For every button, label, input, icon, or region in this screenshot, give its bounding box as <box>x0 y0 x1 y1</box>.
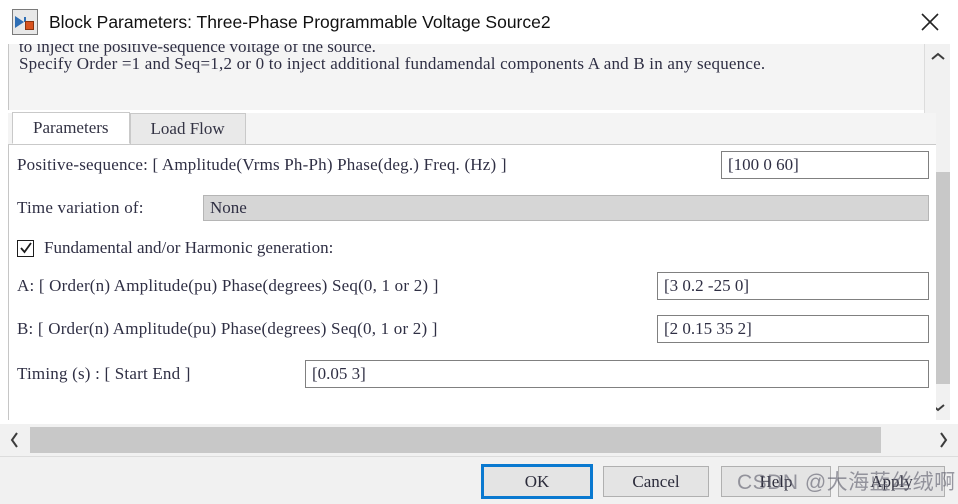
close-icon[interactable] <box>902 0 958 44</box>
simulink-block-icon <box>12 9 38 35</box>
chevron-left-icon[interactable] <box>0 424 30 456</box>
harmonic-a-input[interactable]: [3 0.2 -25 0] <box>657 272 929 300</box>
harmonic-generation-row: Fundamental and/or Harmonic generation: <box>9 233 936 263</box>
time-variation-row: Time variation of: None <box>9 193 936 223</box>
timing-input[interactable]: [0.05 3] <box>305 360 929 388</box>
help-button[interactable]: Help <box>721 466 831 497</box>
title-bar: Block Parameters: Three-Phase Programmab… <box>0 0 958 44</box>
tab-load-flow[interactable]: Load Flow <box>129 113 246 144</box>
chevron-up-icon[interactable] <box>925 44 951 70</box>
time-variation-dropdown[interactable]: None <box>203 195 929 221</box>
window-title: Block Parameters: Three-Phase Programmab… <box>49 11 551 32</box>
timing-row: Timing (s) : [ Start End ] [0.05 3] <box>9 359 936 389</box>
cancel-button[interactable]: Cancel <box>603 466 709 497</box>
timing-label: Timing (s) : [ Start End ] <box>17 364 191 383</box>
ok-button[interactable]: OK <box>481 464 593 499</box>
harmonic-b-label: B: [ Order(n) Amplitude(pu) Phase(degree… <box>17 319 438 338</box>
tab-parameters[interactable]: Parameters <box>12 112 130 144</box>
chevron-right-icon[interactable] <box>928 424 958 456</box>
harmonic-a-label: A: [ Order(n) Amplitude(pu) Phase(degree… <box>17 276 439 295</box>
parameters-form: Positive-sequence: [ Amplitude(Vrms Ph-P… <box>8 145 936 420</box>
description-text: Specify Order =1 and Seq=1,2 or 0 to inj… <box>19 54 766 73</box>
harmonic-b-input[interactable]: [2 0.15 35 2] <box>657 315 929 343</box>
harmonic-generation-label: Fundamental and/or Harmonic generation: <box>44 238 334 257</box>
positive-sequence-row: Positive-sequence: [ Amplitude(Vrms Ph-P… <box>9 150 936 180</box>
horizontal-scrollbar-thumb[interactable] <box>30 427 881 453</box>
dialog-button-bar: OK Cancel Help Apply <box>0 456 958 504</box>
apply-button[interactable]: Apply <box>838 466 945 497</box>
harmonic-b-row: B: [ Order(n) Amplitude(pu) Phase(degree… <box>9 314 936 344</box>
harmonic-generation-checkbox[interactable] <box>17 239 34 257</box>
positive-sequence-input[interactable]: [100 0 60] <box>721 151 929 179</box>
tab-strip: Parameters Load Flow <box>8 112 936 145</box>
time-variation-label: Time variation of: <box>17 198 144 217</box>
description-pane: to inject the positive-sequence voltage … <box>8 44 936 110</box>
horizontal-scrollbar[interactable] <box>0 424 958 456</box>
positive-sequence-label: Positive-sequence: [ Amplitude(Vrms Ph-P… <box>17 155 507 174</box>
harmonic-a-row: A: [ Order(n) Amplitude(pu) Phase(degree… <box>9 271 936 301</box>
